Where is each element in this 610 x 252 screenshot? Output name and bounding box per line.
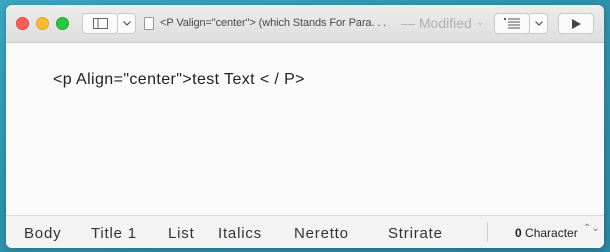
document-status: — Modified [401, 15, 472, 31]
style-bar: Body Title 1 List Italics Neretto Strira… [6, 215, 604, 248]
document-title[interactable]: <P Valign="center"> (which Stands For Pa… [160, 17, 392, 29]
sidebar-dropdown-button[interactable] [118, 13, 136, 34]
style-strirate[interactable]: Strirate [388, 225, 443, 242]
character-count-unit: Character [525, 226, 578, 240]
editor-window: <P Valign="center"> (which Stands For Pa… [6, 5, 604, 248]
chevron-down-icon [534, 21, 543, 26]
play-icon [571, 18, 581, 29]
document-icon [144, 17, 154, 30]
minimize-window-button[interactable] [36, 17, 49, 30]
status-chevron-icon[interactable]: ⌄ [476, 17, 484, 28]
style-list[interactable]: List [168, 225, 195, 242]
close-window-button[interactable] [16, 17, 29, 30]
list-format-icon [504, 17, 520, 30]
sidebar-icon [92, 18, 108, 29]
maximize-window-button[interactable] [56, 17, 69, 30]
character-count-value: 0 [515, 226, 522, 240]
style-title-1[interactable]: Title 1 [91, 225, 137, 242]
character-count[interactable]: 0 Character [515, 226, 578, 240]
play-button[interactable] [558, 13, 594, 34]
style-italics[interactable]: Italics [218, 225, 262, 242]
text-editor-area[interactable]: <p Align="center">test Text < / P> [6, 43, 604, 215]
list-format-button[interactable] [494, 13, 530, 34]
editor-text[interactable]: <p Align="center">test Text < / P> [53, 71, 305, 89]
footer-divider [487, 222, 488, 242]
sidebar-toggle-button[interactable] [82, 13, 118, 34]
style-body[interactable]: Body [24, 225, 61, 242]
chevron-down-icon [122, 21, 131, 26]
list-format-dropdown-button[interactable] [530, 13, 548, 34]
style-neretto[interactable]: Neretto [294, 225, 349, 242]
count-stepper-icon[interactable]: ⌃⌄ [583, 224, 600, 234]
title-bar: <P Valign="center"> (which Stands For Pa… [6, 5, 604, 43]
